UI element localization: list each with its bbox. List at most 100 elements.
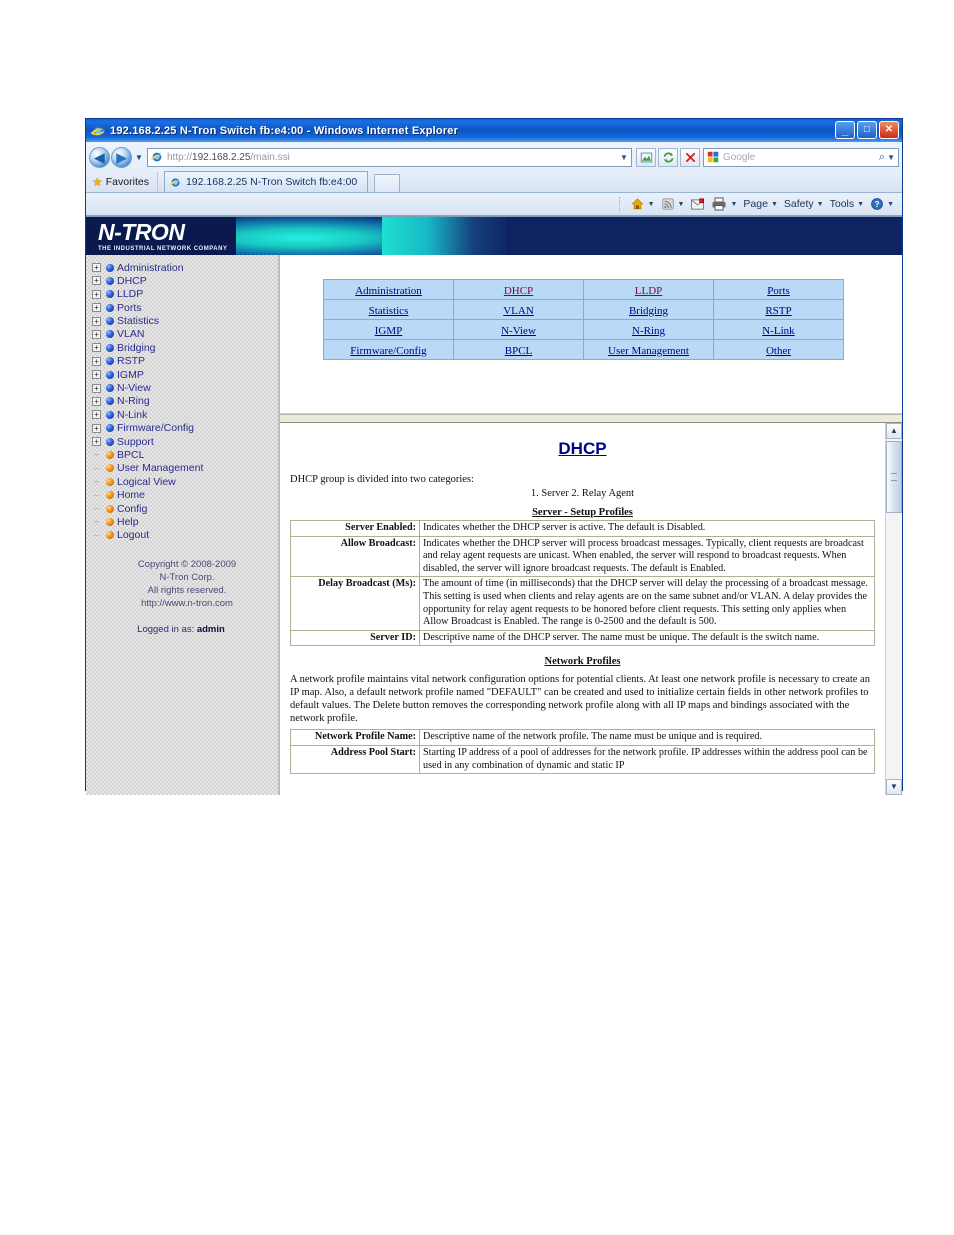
expand-icon[interactable]: + [92,356,101,366]
nav-link-ports[interactable]: Ports [767,285,790,297]
search-provider-caret-icon[interactable]: ▼ [887,153,898,162]
maximize-button[interactable]: □ [857,121,877,139]
tree-item-user-management[interactable]: – User Management [92,462,278,475]
expand-icon[interactable]: + [92,437,101,447]
stop-button[interactable] [680,147,700,167]
definition-term: Network Profile Name: [290,729,420,746]
history-dropdown-button[interactable]: ▼ [133,153,145,162]
nav-link-n-link[interactable]: N-Link [762,325,794,337]
tree-item-ports[interactable]: + Ports [92,301,278,314]
close-button[interactable]: ✕ [879,121,899,139]
nav-link-dhcp[interactable]: DHCP [504,285,533,297]
expand-icon[interactable]: + [92,263,101,272]
page-menu-button[interactable]: Page ▼ [741,198,779,210]
expand-icon[interactable]: + [92,396,101,406]
tree-item-rstp[interactable]: + RSTP [92,355,278,368]
nav-link-bridging[interactable]: Bridging [629,305,668,317]
back-button[interactable]: ◀ [89,146,110,168]
tree-item-config[interactable]: – Config [92,502,278,515]
feeds-caret-icon[interactable]: ▼ [678,201,685,208]
tree-item-administration[interactable]: + Administration [92,261,278,274]
page-bullet-icon [106,491,114,500]
tree-item-bpcl[interactable]: – BPCL [92,448,278,461]
tree-item-support[interactable]: + Support [92,435,278,448]
nav-link-firmware-config[interactable]: Firmware/Config [350,345,426,357]
nav-link-user-management[interactable]: User Management [608,345,689,357]
tree-item-help[interactable]: – Help [92,515,278,528]
nav-link-n-view[interactable]: N-View [501,325,536,337]
tree-connector-icon: – [93,462,99,473]
expand-icon[interactable]: + [92,289,101,299]
read-mail-button[interactable] [688,197,707,211]
scroll-track[interactable] [886,439,902,779]
window-controls: _ □ ✕ [835,121,899,139]
nav-link-vlan[interactable]: VLAN [503,305,534,317]
browser-tab[interactable]: 192.168.2.25 N-Tron Switch fb:e4:00 [163,171,369,192]
network-profiles-heading: Network Profiles [544,656,621,668]
tree-item-vlan[interactable]: + VLAN [92,328,278,341]
expand-icon[interactable]: + [92,423,101,433]
refresh-button[interactable] [658,147,678,167]
search-input[interactable]: Google ⌕ ▼ [703,147,899,167]
minimize-button[interactable]: _ [835,121,855,139]
tree-item-logout[interactable]: – Logout [92,529,278,542]
tree-item-n-view[interactable]: + N-View [92,382,278,395]
expand-icon[interactable]: + [92,410,101,420]
scroll-up-button[interactable]: ▲ [886,423,902,439]
compatibility-view-button[interactable] [636,147,656,167]
expand-icon[interactable]: + [92,383,101,393]
tree-item-bridging[interactable]: + Bridging [92,341,278,354]
forward-button[interactable]: ▶ [111,146,132,168]
print-button[interactable]: ▼ [709,197,739,211]
mail-icon [691,197,705,210]
nav-link-statistics[interactable]: Statistics [369,305,409,317]
tree-item-igmp[interactable]: + IGMP [92,368,278,381]
search-go-icon[interactable]: ⌕ [879,151,887,164]
expand-icon[interactable]: + [92,316,101,326]
nav-link-lldp[interactable]: LLDP [635,285,663,297]
tree-item-statistics[interactable]: + Statistics [92,315,278,328]
scroll-thumb[interactable] [886,441,902,513]
help-menu-button[interactable]: ? ▼ [868,197,896,211]
expand-icon[interactable]: + [92,370,101,380]
expand-icon[interactable]: + [92,329,101,339]
safety-menu-button[interactable]: Safety ▼ [782,198,826,210]
nav-table-cell: N-Ring [583,319,714,340]
tree-item-logical-view[interactable]: – Logical View [92,475,278,488]
tree-item-n-ring[interactable]: + N-Ring [92,395,278,408]
frame-splitter[interactable] [280,414,902,423]
home-caret-icon[interactable]: ▼ [648,201,655,208]
nav-link-rstp[interactable]: RSTP [765,305,791,317]
ntron-website-link[interactable]: http://www.n-tron.com [98,597,276,610]
tree-item-home[interactable]: – Home [92,489,278,502]
home-button[interactable]: ▼ [628,197,657,211]
nav-table-cell: Other [713,339,844,360]
expand-icon[interactable]: + [92,343,101,353]
tree-item-dhcp[interactable]: + DHCP [92,274,278,287]
address-input[interactable]: http://192.168.2.25/main.ssi ▼ [147,147,632,167]
expand-icon[interactable]: + [92,303,101,313]
tree-item-n-link[interactable]: + N-Link [92,408,278,421]
print-caret-icon[interactable]: ▼ [730,201,737,208]
nav-table-cell: DHCP [453,279,584,300]
tree-item-firmware-config[interactable]: + Firmware/Config [92,422,278,435]
new-tab-button[interactable] [374,174,401,192]
nav-link-other[interactable]: Other [766,345,791,357]
nav-link-administration[interactable]: Administration [355,285,422,297]
expand-icon[interactable]: + [92,276,101,286]
dhcp-categories-text: 1. Server 2. Relay Agent [530,488,635,499]
help-menu-caret-icon[interactable]: ▼ [887,201,894,208]
nav-link-igmp[interactable]: IGMP [375,325,403,337]
address-dropdown-icon[interactable]: ▼ [617,153,631,162]
nav-table-cell: VLAN [453,299,584,320]
feeds-button[interactable]: ▼ [659,197,687,211]
favorites-button[interactable]: ★ Favorites [90,172,158,192]
tree-item-label: BPCL [117,448,145,461]
document-vertical-scrollbar[interactable]: ▲ ▼ [885,423,902,795]
nav-link-n-ring[interactable]: N-Ring [632,325,665,337]
tree-item-lldp[interactable]: + LLDP [92,288,278,301]
nav-link-bpcl[interactable]: BPCL [505,345,533,357]
tools-menu-button[interactable]: Tools ▼ [828,198,866,210]
definition-description: Indicates whether the DHCP server is act… [419,520,875,537]
scroll-down-button[interactable]: ▼ [886,779,902,795]
